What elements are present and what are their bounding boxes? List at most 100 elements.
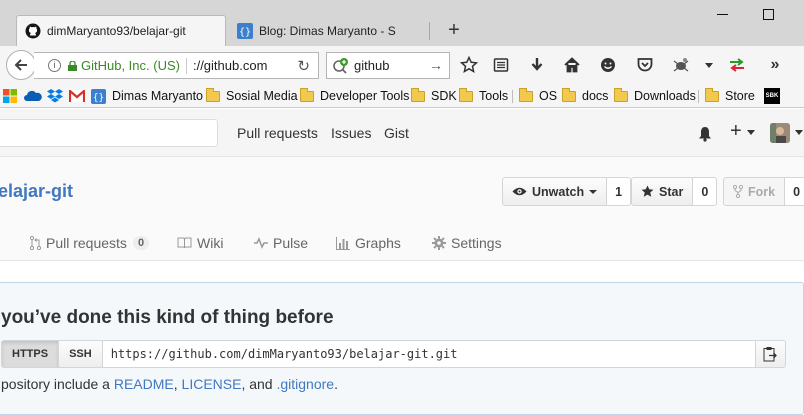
tab-label: Settings (451, 235, 502, 251)
svg-text:{}: {} (239, 27, 251, 38)
tab-title: Blog: Dimas Maryanto - S (259, 23, 396, 38)
site-identity-label[interactable]: GitHub, Inc. (US) (81, 58, 180, 73)
bookmark-folder-docs[interactable]: docs (562, 87, 609, 104)
bookmark-folder-downloads[interactable]: Downloads (614, 87, 696, 104)
clone-url-input[interactable]: https://github.com/dimMaryanto93/belajar… (101, 340, 756, 368)
bookmark-folder-store[interactable]: Store (705, 87, 755, 104)
lock-icon (68, 60, 77, 71)
pull-requests-count-badge: 0 (132, 236, 150, 250)
info-icon[interactable]: i (48, 59, 61, 72)
gitignore-link[interactable]: .gitignore (276, 376, 334, 392)
reading-list-icon[interactable] (492, 56, 510, 74)
bookmark-folder-os[interactable]: OS (519, 87, 558, 104)
minimize-button[interactable] (716, 6, 730, 20)
tab-github[interactable]: dimMaryanto93/belajar-git (16, 15, 226, 46)
chevron-down-icon (589, 189, 598, 194)
sbk-logo-icon: SBK (764, 88, 780, 104)
tab-label: Pull requests (46, 235, 127, 251)
clone-url-group: HTTPS SSH https://github.com/dimMaryanto… (1, 340, 786, 368)
dropdown-chevron-icon[interactable] (700, 56, 718, 74)
license-link[interactable]: LICENSE (182, 376, 242, 392)
star-count[interactable]: 0 (693, 177, 718, 206)
eye-icon (512, 186, 527, 197)
back-button[interactable] (6, 50, 36, 80)
tab-settings[interactable]: Settings (432, 235, 502, 251)
fork-label: Fork (748, 184, 776, 199)
watch-count[interactable]: 1 (607, 177, 632, 206)
tab-graphs[interactable]: Graphs (336, 235, 401, 251)
quick-setup-box: you’ve done this kind of thing before HT… (0, 282, 804, 415)
bookmark-gmail[interactable] (69, 88, 85, 104)
avatar[interactable] (770, 123, 790, 143)
repo-header: elajar-git Unwatch 1 Star 0 Fork 0 Pull … (0, 157, 804, 261)
bookmark-label: OS (539, 89, 558, 103)
bookmark-folder-developer-tools[interactable]: Developer Tools (300, 87, 410, 104)
search-input[interactable]: github (354, 58, 389, 73)
smiley-feedback-icon[interactable] (599, 56, 617, 74)
desc-text: . (334, 376, 338, 392)
copy-to-clipboard-button[interactable] (755, 340, 786, 368)
windows-flag-icon (3, 89, 17, 103)
bookmark-onedrive[interactable] (24, 88, 42, 104)
reload-icon[interactable]: ↻ (297, 57, 310, 75)
browser-tab-strip: dimMaryanto93/belajar-git {} Blog: Dimas… (0, 0, 804, 46)
overflow-menu-icon[interactable]: » (766, 56, 784, 74)
bookmark-dimas-maryanto[interactable]: {} Dimas Maryanto (91, 88, 203, 104)
desc-text: , (173, 376, 182, 392)
unwatch-button[interactable]: Unwatch (502, 177, 608, 206)
search-engine-icon[interactable] (332, 57, 350, 75)
star-button[interactable]: Star (631, 177, 694, 206)
fork-count[interactable]: 0 (785, 177, 804, 206)
gear-icon (432, 236, 446, 250)
nav-issues[interactable]: Issues (331, 125, 371, 141)
bookmark-folder-sdk[interactable]: SDK (411, 87, 457, 104)
bookmark-label: docs (582, 89, 609, 103)
pocket-icon[interactable] (636, 56, 654, 74)
braces-icon: {} (91, 88, 106, 104)
onedrive-cloud-icon (24, 90, 42, 101)
chevron-down-icon[interactable] (795, 130, 803, 135)
plus-icon[interactable]: + (730, 120, 742, 143)
maximize-button[interactable] (763, 9, 774, 20)
extension-bug-icon[interactable] (672, 56, 690, 74)
unwatch-label: Unwatch (532, 184, 585, 199)
tab-pull-requests[interactable]: Pull requests 0 (30, 235, 150, 251)
download-icon[interactable] (528, 56, 546, 74)
bookmark-dropbox[interactable] (47, 88, 63, 104)
tab-blog[interactable]: {} Blog: Dimas Maryanto - S (229, 15, 430, 46)
nav-gist[interactable]: Gist (384, 125, 409, 141)
search-go-icon[interactable]: → (429, 57, 443, 73)
https-toggle[interactable]: HTTPS (1, 340, 60, 368)
star-icon (641, 185, 654, 198)
ssh-toggle[interactable]: SSH (59, 340, 103, 368)
new-tab-button[interactable]: + (443, 19, 465, 41)
chevron-down-icon[interactable] (747, 130, 755, 135)
nav-pull-requests[interactable]: Pull requests (237, 125, 318, 141)
github-search-input[interactable] (0, 119, 218, 147)
repo-name-link[interactable]: elajar-git (0, 181, 73, 202)
bell-icon[interactable] (697, 126, 713, 142)
dropbox-icon (47, 89, 63, 103)
quick-setup-description: pository include a README, LICENSE, and … (1, 376, 338, 392)
gmail-icon (69, 90, 85, 102)
bookmark-folder-sosial-media[interactable]: Sosial Media (206, 87, 298, 104)
home-icon[interactable] (563, 56, 581, 74)
url-bar[interactable]: i GitHub, Inc. (US) ://github.com ↻ (34, 52, 319, 79)
bookmark-label: Developer Tools (320, 89, 410, 103)
tab-pulse[interactable]: Pulse (254, 235, 308, 251)
bookmark-windows[interactable] (3, 88, 17, 104)
fork-button[interactable]: Fork (723, 177, 786, 206)
search-bar[interactable]: github → (326, 52, 450, 79)
bookmark-label: SDK (431, 89, 457, 103)
readme-link[interactable]: README (114, 376, 174, 392)
folder-icon (300, 87, 314, 102)
bookmark-sbk[interactable]: SBK (764, 88, 780, 104)
bookmark-folder-tools[interactable]: Tools (459, 87, 508, 104)
bookmark-star-icon[interactable] (460, 56, 478, 74)
github-octocat-icon (25, 23, 41, 39)
pulse-icon (254, 237, 268, 249)
fork-icon (733, 185, 743, 198)
tab-wiki[interactable]: Wiki (177, 235, 223, 251)
url-text[interactable]: ://github.com (193, 58, 267, 73)
sync-arrows-icon[interactable] (728, 56, 746, 74)
